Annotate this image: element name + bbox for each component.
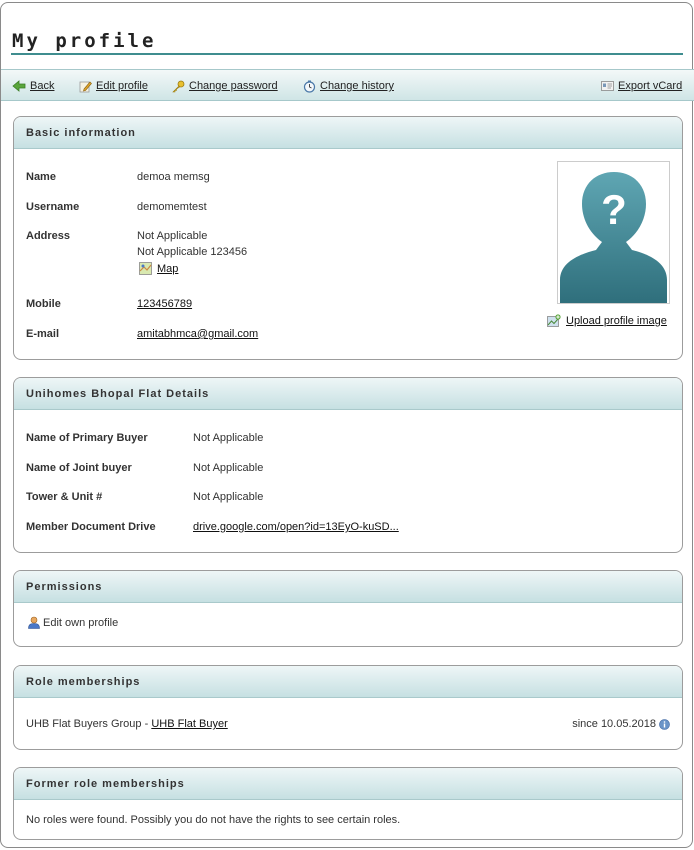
email-label: E-mail (26, 328, 60, 340)
basic-information-panel: Basic information Name demoa memsg Usern… (13, 116, 683, 360)
joint-buyer-label: Name of Joint buyer (26, 462, 132, 474)
back-arrow-icon (12, 80, 26, 92)
user-edit-icon (28, 616, 40, 629)
former-role-memberships-panel: Former role memberships No roles were fo… (13, 767, 683, 840)
flat-details-heading: Unihomes Bhopal Flat Details (14, 378, 682, 410)
name-value: demoa memsg (137, 171, 210, 183)
flat-details-panel: Unihomes Bhopal Flat Details Name of Pri… (13, 377, 683, 553)
profile-page: My profile Back Edit profile Change pass… (0, 2, 694, 848)
change-password-button[interactable]: Change password (171, 78, 278, 94)
upload-profile-image-label: Upload profile image (566, 314, 667, 327)
tower-unit-value: Not Applicable (193, 491, 264, 503)
name-label: Name (26, 171, 56, 183)
role-group-text: UHB Flat Buyers Group - (26, 718, 152, 730)
address-label: Address (26, 230, 71, 242)
tower-unit-label: Tower & Unit # (26, 491, 103, 503)
role-since-date: since 10.05.2018 (572, 718, 656, 730)
primary-buyer-label: Name of Primary Buyer (26, 432, 148, 444)
email-link[interactable]: amitabhmca@gmail.com (137, 328, 258, 340)
basic-information-heading: Basic information (14, 117, 682, 149)
toolbar: Back Edit profile Change password Change… (1, 69, 694, 101)
edit-pencil-icon (79, 81, 92, 92)
upload-profile-image-link[interactable]: Upload profile image (547, 314, 667, 327)
unknown-user-avatar-icon: ? (560, 172, 667, 303)
back-label: Back (30, 80, 55, 92)
address-line-1: Not Applicable (137, 230, 208, 242)
map-icon (139, 262, 152, 275)
mobile-label: Mobile (26, 298, 61, 310)
title-divider (11, 53, 683, 55)
document-drive-link[interactable]: drive.google.com/open?id=13EyO-kuSD... (193, 521, 399, 533)
mobile-link[interactable]: 123456789 (137, 298, 192, 310)
role-since: since 10.05.2018 (572, 718, 670, 730)
role-link[interactable]: UHB Flat Buyer (151, 718, 227, 730)
change-history-button[interactable]: Change history (303, 78, 394, 94)
no-roles-message: No roles were found. Possibly you do not… (26, 814, 401, 826)
vcard-icon (601, 81, 614, 91)
svg-text:?: ? (601, 186, 627, 233)
permissions-heading: Permissions (14, 571, 682, 603)
page-title: My profile (12, 30, 157, 52)
role-memberships-panel: Role memberships UHB Flat Buyers Group -… (13, 665, 683, 750)
permission-item: Edit own profile (28, 616, 118, 629)
edit-profile-button[interactable]: Edit profile (79, 78, 148, 94)
username-label: Username (26, 201, 80, 213)
export-vcard-label: Export vCard (618, 80, 683, 92)
change-password-label: Change password (189, 80, 278, 92)
map-link-label: Map (157, 262, 179, 275)
info-icon[interactable] (659, 718, 670, 730)
change-history-label: Change history (320, 80, 394, 92)
permissions-panel: Permissions Edit own profile (13, 570, 683, 647)
key-icon (172, 80, 185, 92)
joint-buyer-value: Not Applicable (193, 462, 264, 474)
clock-icon (303, 80, 316, 93)
former-role-memberships-heading: Former role memberships (14, 768, 682, 800)
document-drive-label: Member Document Drive (26, 521, 156, 533)
upload-image-icon (547, 314, 561, 327)
export-vcard-button[interactable]: Export vCard (601, 78, 682, 94)
address-line-2: Not Applicable 123456 (137, 246, 248, 258)
profile-image: ? (557, 161, 670, 304)
primary-buyer-value: Not Applicable (193, 432, 264, 444)
back-button[interactable]: Back (12, 78, 54, 94)
role-membership-row: UHB Flat Buyers Group - UHB Flat Buyer (26, 718, 228, 730)
role-memberships-heading: Role memberships (14, 666, 682, 698)
username-value: demomemtest (137, 201, 207, 213)
edit-profile-label: Edit profile (96, 80, 148, 92)
map-link[interactable]: Map (139, 262, 178, 275)
permission-item-label: Edit own profile (43, 616, 119, 629)
